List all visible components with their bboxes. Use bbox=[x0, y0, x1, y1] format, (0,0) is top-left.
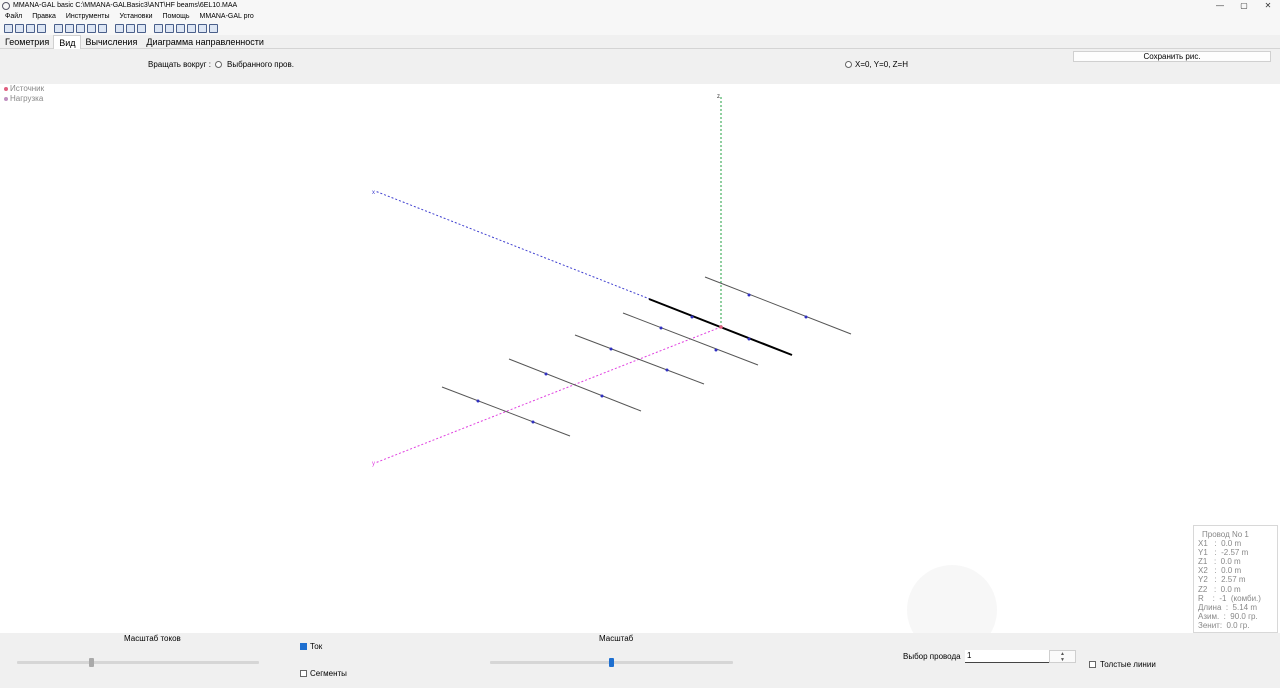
wire-info-title: Провод No 1 bbox=[1202, 530, 1249, 539]
rotate-label: Вращать вокруг : bbox=[148, 60, 211, 69]
title-bar: MMANA-GAL basic C:\MMANA-GALBasic3\ANT\H… bbox=[0, 0, 1280, 11]
segments-checkbox-label[interactable]: Сегменты bbox=[310, 669, 347, 678]
tab-view[interactable]: Вид bbox=[53, 35, 81, 50]
wire-info-z2: Z2 : 0.0 m bbox=[1198, 584, 1241, 594]
legend-load: Нагрузка bbox=[4, 94, 44, 104]
wire-select-spinner[interactable]: ▲ ▼ bbox=[1049, 650, 1076, 663]
wire-info-r: R : -1 (комби.) bbox=[1198, 593, 1261, 603]
globe-icon[interactable] bbox=[209, 23, 218, 33]
tab-bar: Геометрия Вид Вычисления Диаграмма напра… bbox=[0, 35, 1280, 50]
wire-info-x2: X2 : 0.0 m bbox=[1198, 566, 1242, 576]
y-axis-label: y bbox=[372, 461, 375, 467]
radio-selected-wire-label[interactable]: Выбранного пров. bbox=[227, 60, 294, 69]
tools-icon[interactable] bbox=[187, 23, 196, 33]
antenna-view-canvas[interactable]: z x y Источник Нагрузка Провод No 1 X1:… bbox=[0, 84, 1280, 655]
wire-info-y1: Y1 : -2.57 m bbox=[1198, 548, 1249, 558]
source-marker bbox=[719, 325, 723, 329]
scale-label: Масштаб bbox=[599, 634, 634, 643]
table-icon[interactable] bbox=[98, 23, 107, 33]
thick-lines-label[interactable]: Толстые линии bbox=[1100, 660, 1156, 669]
radio-origin[interactable] bbox=[845, 61, 852, 68]
menu-bar: Файл Правка Инструменты Установки Помощь… bbox=[0, 11, 1280, 21]
list-icon[interactable] bbox=[115, 23, 124, 33]
radio-selected-wire[interactable] bbox=[215, 61, 222, 68]
legend-source: Источник bbox=[4, 84, 44, 94]
tab-calculations[interactable]: Вычисления bbox=[81, 35, 142, 49]
current-scale-thumb[interactable] bbox=[89, 658, 94, 667]
menu-settings[interactable]: Установки bbox=[115, 13, 158, 20]
menu-pro[interactable]: MMANA-GAL pro bbox=[195, 13, 259, 20]
current-scale-slider[interactable] bbox=[17, 661, 259, 664]
z-axis-label: z bbox=[717, 94, 720, 100]
rotate-icon[interactable] bbox=[65, 23, 74, 33]
element-wire-7[interactable] bbox=[704, 276, 852, 335]
wire-info-x1: X1 : 0.0 m bbox=[1198, 539, 1242, 549]
open-icon[interactable] bbox=[15, 23, 24, 33]
wire-info-y2: Y2 : 2.57 m bbox=[1198, 575, 1246, 585]
antenna-3d-view[interactable]: z x y bbox=[0, 84, 1280, 633]
window-title: MMANA-GAL basic C:\MMANA-GALBasic3\ANT\H… bbox=[13, 2, 238, 9]
y-axis-line bbox=[374, 326, 722, 464]
paint-icon[interactable] bbox=[176, 23, 185, 33]
element-wire-5[interactable] bbox=[441, 386, 571, 437]
minimize-button[interactable]: — bbox=[1208, 0, 1232, 11]
app-icon bbox=[2, 1, 10, 10]
move-icon[interactable] bbox=[54, 23, 63, 33]
save-picture-button[interactable]: Сохранить рис. bbox=[1073, 51, 1271, 62]
wire-info-zenith: Зенит: 0.0 гр. bbox=[1198, 620, 1250, 630]
save-icon[interactable] bbox=[26, 23, 35, 33]
new-icon[interactable] bbox=[4, 23, 13, 33]
wire-select-input[interactable]: 1 bbox=[965, 650, 1049, 663]
layers-icon[interactable] bbox=[165, 23, 174, 33]
x-axis-label: x bbox=[372, 190, 375, 196]
wire-info-z1: Z1 : 0.0 m bbox=[1198, 557, 1241, 567]
wire-icon[interactable] bbox=[87, 23, 96, 33]
wire-info-length: Длина : 5.14 m bbox=[1198, 602, 1257, 612]
maximize-button[interactable]: ▢ bbox=[1232, 0, 1256, 11]
legend: Источник Нагрузка bbox=[4, 84, 44, 104]
scale-thumb[interactable] bbox=[609, 658, 614, 667]
menu-help[interactable]: Помощь bbox=[157, 13, 194, 20]
spin-down-icon[interactable]: ▼ bbox=[1050, 657, 1075, 663]
close-button[interactable]: ✕ bbox=[1256, 0, 1280, 11]
triangle-icon[interactable] bbox=[137, 23, 146, 33]
segments-checkbox[interactable] bbox=[300, 670, 307, 677]
bottom-panel: Масштаб токов Ток Сегменты Масштаб Выбор… bbox=[0, 633, 1280, 688]
source-dot-icon bbox=[4, 86, 8, 91]
element-wire-4[interactable] bbox=[508, 358, 642, 412]
export-icon[interactable] bbox=[37, 23, 46, 33]
add-icon[interactable] bbox=[154, 23, 163, 33]
chart-icon[interactable] bbox=[126, 23, 135, 33]
wire-info-panel: Провод No 1 X1 : 0.0 m Y1 : -2.57 m Z1 :… bbox=[1193, 525, 1278, 633]
app-window: MMANA-GAL basic C:\MMANA-GALBasic3\ANT\H… bbox=[0, 0, 1280, 688]
menu-edit[interactable]: Правка bbox=[27, 13, 61, 20]
wire-select-label: Выбор провода bbox=[903, 652, 961, 661]
menu-file[interactable]: Файл bbox=[0, 13, 27, 20]
copy-icon[interactable] bbox=[76, 23, 85, 33]
calc-icon[interactable] bbox=[198, 23, 207, 33]
load-dot-icon bbox=[4, 96, 8, 101]
menu-tools[interactable]: Инструменты bbox=[61, 13, 115, 20]
wire-info-azimuth: Азим. : 90.0 гр. bbox=[1198, 611, 1258, 621]
thick-lines-checkbox[interactable] bbox=[1089, 661, 1096, 668]
current-checkbox-label[interactable]: Ток bbox=[310, 642, 322, 651]
current-checkbox[interactable] bbox=[300, 643, 307, 650]
current-scale-label: Масштаб токов bbox=[124, 634, 181, 643]
view-options: Вращать вокруг : Выбранного пров. X=0, Y… bbox=[0, 49, 1280, 84]
tab-geometry[interactable]: Геометрия bbox=[0, 35, 53, 49]
toolbar bbox=[0, 21, 1280, 35]
element-wire-2[interactable] bbox=[622, 312, 759, 366]
tab-pattern[interactable]: Диаграмма направленности bbox=[141, 35, 268, 49]
radio-origin-label[interactable]: X=0, Y=0, Z=H bbox=[855, 60, 908, 69]
